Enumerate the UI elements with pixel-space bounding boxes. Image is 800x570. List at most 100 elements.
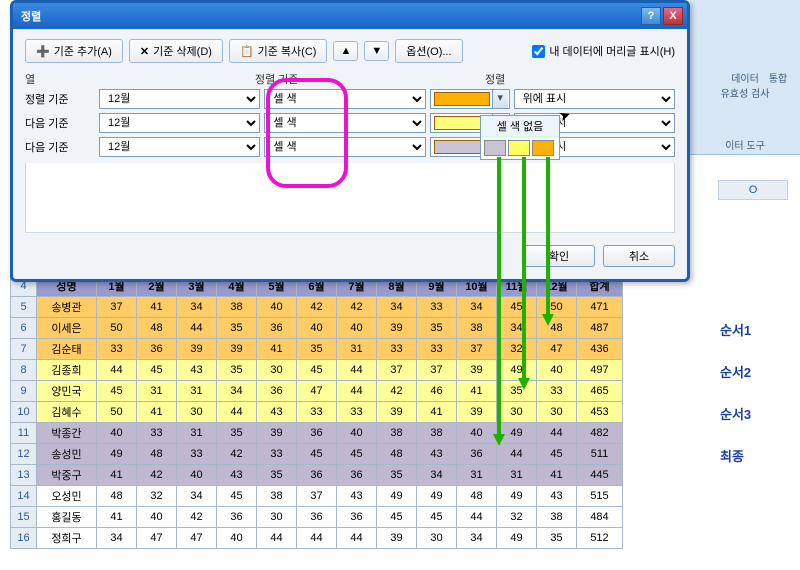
cell[interactable]: 36 [297, 423, 337, 444]
help-button[interactable]: ? [641, 7, 661, 25]
cell[interactable]: 41 [137, 297, 177, 318]
cell[interactable]: 38 [537, 507, 577, 528]
row-header[interactable]: 5 [11, 297, 37, 318]
cell[interactable]: 양민국 [37, 381, 97, 402]
cell[interactable]: 43 [217, 465, 257, 486]
cell[interactable]: 436 [577, 339, 623, 360]
cell[interactable]: 30 [497, 402, 537, 423]
cell[interactable]: 36 [297, 465, 337, 486]
cell[interactable]: 31 [457, 465, 497, 486]
cell[interactable]: 511 [577, 444, 623, 465]
cell[interactable]: 47 [137, 528, 177, 549]
cell[interactable]: 박종간 [37, 423, 97, 444]
cell[interactable]: 42 [337, 297, 377, 318]
cell[interactable]: 44 [497, 444, 537, 465]
cell[interactable]: 32 [137, 486, 177, 507]
cell[interactable]: 송성민 [37, 444, 97, 465]
cell[interactable]: 39 [257, 423, 297, 444]
cell[interactable]: 37 [297, 486, 337, 507]
cell[interactable]: 36 [297, 507, 337, 528]
cell[interactable]: 42 [217, 444, 257, 465]
cell[interactable]: 40 [177, 465, 217, 486]
column-select[interactable]: 12월 [99, 89, 260, 109]
cell[interactable]: 43 [177, 360, 217, 381]
cell[interactable]: 49 [377, 486, 417, 507]
close-button[interactable]: X [663, 7, 683, 25]
sort-on-select[interactable]: 셀 색 [264, 137, 425, 157]
cell[interactable]: 33 [297, 402, 337, 423]
cell[interactable]: 38 [217, 297, 257, 318]
cell[interactable]: 41 [537, 465, 577, 486]
cell[interactable]: 41 [417, 402, 457, 423]
cell[interactable]: 48 [457, 486, 497, 507]
cell[interactable]: 33 [537, 381, 577, 402]
data-table[interactable]: 4성명1월2월3월4월5월6월7월8월9월10월11월12월합계5송병관3741… [10, 275, 623, 549]
cell[interactable]: 465 [577, 381, 623, 402]
cell[interactable]: 정희구 [37, 528, 97, 549]
cell[interactable]: 45 [137, 360, 177, 381]
cell[interactable]: 30 [537, 402, 577, 423]
cell[interactable]: 40 [337, 423, 377, 444]
row-header[interactable]: 15 [11, 507, 37, 528]
cell[interactable]: 38 [417, 423, 457, 444]
cell[interactable]: 48 [377, 444, 417, 465]
cell[interactable]: 39 [377, 528, 417, 549]
cell[interactable]: 31 [137, 381, 177, 402]
move-up-button[interactable]: ▲ [333, 41, 358, 61]
cell[interactable]: 34 [377, 297, 417, 318]
row-header[interactable]: 6 [11, 318, 37, 339]
cell[interactable]: 497 [577, 360, 623, 381]
cell[interactable]: 35 [217, 318, 257, 339]
color-select[interactable]: ▾ [430, 89, 510, 109]
cell[interactable]: 512 [577, 528, 623, 549]
cell[interactable]: 37 [97, 297, 137, 318]
cell[interactable]: 45 [217, 486, 257, 507]
cell[interactable]: 453 [577, 402, 623, 423]
cell[interactable]: 33 [337, 402, 377, 423]
cell[interactable]: 33 [177, 444, 217, 465]
cell[interactable]: 34 [217, 381, 257, 402]
ok-button[interactable]: 확인 [523, 245, 595, 267]
cell[interactable]: 49 [97, 444, 137, 465]
cell[interactable]: 40 [97, 423, 137, 444]
cell[interactable]: 36 [217, 507, 257, 528]
color-option-yellow[interactable] [508, 140, 530, 156]
cell[interactable]: 35 [217, 423, 257, 444]
cell[interactable]: 33 [377, 339, 417, 360]
cell[interactable]: 35 [537, 528, 577, 549]
cell[interactable]: 30 [417, 528, 457, 549]
sort-on-select[interactable]: 셀 색 [264, 113, 425, 133]
row-header[interactable]: 13 [11, 465, 37, 486]
cell[interactable]: 37 [417, 360, 457, 381]
cell[interactable]: 39 [377, 318, 417, 339]
row-header[interactable]: 12 [11, 444, 37, 465]
cell[interactable]: 45 [97, 381, 137, 402]
cell[interactable]: 35 [217, 360, 257, 381]
cell[interactable]: 30 [177, 402, 217, 423]
cell[interactable]: 47 [537, 339, 577, 360]
cell[interactable]: 43 [417, 444, 457, 465]
cell[interactable]: 44 [177, 318, 217, 339]
cell[interactable]: 39 [377, 402, 417, 423]
add-level-button[interactable]: ➕ 기준 추가(A) [25, 39, 123, 63]
column-o-header[interactable]: O [718, 180, 788, 200]
cell[interactable]: 42 [137, 465, 177, 486]
cell[interactable]: 44 [337, 528, 377, 549]
cell[interactable]: 42 [377, 381, 417, 402]
cell[interactable]: 오성민 [37, 486, 97, 507]
cell[interactable]: 38 [377, 423, 417, 444]
cell[interactable]: 44 [337, 360, 377, 381]
cell[interactable]: 35 [297, 339, 337, 360]
cell[interactable]: 38 [457, 318, 497, 339]
cell[interactable]: 36 [257, 381, 297, 402]
cell[interactable]: 47 [297, 381, 337, 402]
cell[interactable]: 44 [537, 423, 577, 444]
cell[interactable]: 34 [177, 297, 217, 318]
color-option-grey[interactable] [484, 140, 506, 156]
cell[interactable]: 41 [97, 465, 137, 486]
cell[interactable]: 41 [257, 339, 297, 360]
cell[interactable]: 471 [577, 297, 623, 318]
cell[interactable]: 33 [97, 339, 137, 360]
cell[interactable]: 50 [97, 402, 137, 423]
titlebar[interactable]: 정렬 ? X [13, 3, 687, 29]
